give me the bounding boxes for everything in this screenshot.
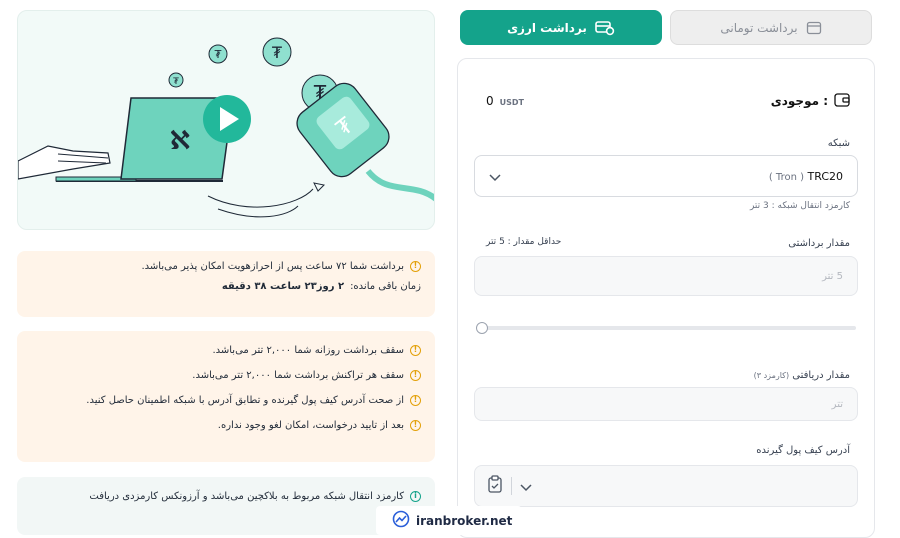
network-select[interactable]: ( Tron ) TRC20 bbox=[474, 155, 858, 197]
address-divider bbox=[511, 477, 512, 495]
amount-min-note: حداقل مقدار : 5 تتر bbox=[486, 237, 562, 247]
amount-slider[interactable] bbox=[476, 321, 856, 335]
withdraw-tabs: برداشت ارزی برداشت تومانی bbox=[460, 10, 872, 45]
kyc-notice-text: برداشت شما ۷۲ ساعت پس از احرازهویت امکان… bbox=[141, 261, 405, 272]
network-fee-info: i کارمزد انتقال شبکه مربوط به بلاکچین می… bbox=[17, 477, 435, 535]
amount-label: مقدار برداشتی bbox=[788, 238, 850, 249]
rule-item: ! از صحت آدرس کیف پول گیرنده و تطابق آدر… bbox=[31, 395, 421, 406]
network-selected-sub: ( Tron ) bbox=[768, 171, 804, 183]
info-line: i کارمزد انتقال شبکه مربوط به بلاکچین می… bbox=[31, 491, 421, 502]
withdraw-rules: ! سقف برداشت روزانه شما ۲,۰۰۰ تتر می‌باش… bbox=[17, 331, 435, 462]
rule-text: از صحت آدرس کیف پول گیرنده و تطابق آدرس … bbox=[86, 395, 404, 406]
rule-item: ! سقف هر تراکنش برداشت شما ۲,۰۰۰ تتر می‌… bbox=[31, 370, 421, 381]
rule-item: ! بعد از تایید درخواست، امکان لغو وجود ن… bbox=[31, 420, 421, 431]
rule-item: ! سقف برداشت روزانه شما ۲,۰۰۰ تتر می‌باش… bbox=[31, 345, 421, 356]
warning-icon: ! bbox=[410, 261, 421, 272]
trend-logo-icon bbox=[392, 510, 410, 531]
warning-icon: ! bbox=[410, 370, 421, 381]
address-input[interactable] bbox=[474, 465, 858, 507]
network-fee-note: کارمزد انتقال شبکه : 3 تتر bbox=[749, 201, 850, 211]
network-selected-value: ( Tron ) TRC20 bbox=[765, 170, 843, 183]
wallet-transfer-icon bbox=[595, 20, 615, 36]
withdraw-form: 0 USDT موجودی : شبکه ( Tron ) TRC20 کارم… bbox=[457, 58, 875, 538]
balance-amount: 0 bbox=[486, 94, 494, 108]
kyc-notice: ! برداشت شما ۷۲ ساعت پس از احرازهویت امک… bbox=[17, 251, 435, 317]
received-input[interactable] bbox=[475, 388, 857, 420]
watermark-text: iranbroker.net bbox=[416, 513, 513, 528]
info-text: کارمزد انتقال شبکه مربوط به بلاکچین می‌ب… bbox=[89, 491, 404, 502]
svg-text:ℵ: ℵ bbox=[170, 126, 191, 156]
balance-row: 0 USDT موجودی : bbox=[486, 91, 850, 111]
received-fee-hint: (کارمزد ۳) bbox=[753, 371, 790, 380]
kyc-remaining-value: ۲ روز۲۳ ساعت ۳۸ دقیقه bbox=[221, 281, 345, 292]
warning-icon: ! bbox=[410, 420, 421, 431]
tab-crypto-label: برداشت ارزی bbox=[507, 20, 587, 35]
received-label-group: مقدار دریافتی (کارمزد ۳) bbox=[754, 370, 850, 381]
kyc-remaining-line: زمان باقی مانده: ۲ روز۲۳ ساعت ۳۸ دقیقه bbox=[31, 281, 421, 292]
warning-icon: ! bbox=[410, 345, 421, 356]
received-input-wrap bbox=[474, 387, 858, 421]
svg-text:₮: ₮ bbox=[272, 43, 283, 62]
amount-input[interactable] bbox=[475, 257, 857, 295]
tab-toman-withdraw[interactable]: برداشت تومانی bbox=[670, 10, 872, 45]
network-label: شبکه bbox=[827, 138, 850, 149]
svg-text:₮: ₮ bbox=[215, 48, 222, 61]
tab-crypto-withdraw[interactable]: برداشت ارزی bbox=[460, 10, 662, 45]
kyc-notice-line: ! برداشت شما ۷۲ ساعت پس از احرازهویت امک… bbox=[31, 261, 421, 272]
wallet-icon bbox=[834, 92, 850, 110]
svg-text:₮: ₮ bbox=[173, 77, 179, 87]
balance-label-group: موجودی : bbox=[770, 92, 850, 110]
balance-label: موجودی : bbox=[770, 94, 828, 108]
chevron-down-icon[interactable] bbox=[520, 477, 532, 496]
received-label: مقدار دریافتی bbox=[792, 370, 850, 381]
card-icon bbox=[806, 21, 822, 35]
tab-toman-label: برداشت تومانی bbox=[720, 20, 798, 35]
site-watermark: iranbroker.net bbox=[376, 506, 522, 535]
withdraw-illustration: ℵ ₮ ₮ ₮ ₮ ₮ bbox=[17, 10, 435, 230]
info-icon: i bbox=[410, 491, 421, 502]
warning-icon: ! bbox=[410, 395, 421, 406]
amount-input-wrap bbox=[474, 256, 858, 296]
slider-track bbox=[476, 326, 856, 330]
illustration-graphic: ℵ ₮ ₮ ₮ ₮ ₮ bbox=[18, 37, 434, 218]
rule-text: سقف برداشت روزانه شما ۲,۰۰۰ تتر می‌باشد. bbox=[212, 345, 404, 356]
rule-text: سقف هر تراکنش برداشت شما ۲,۰۰۰ تتر می‌با… bbox=[192, 370, 404, 381]
slider-thumb[interactable] bbox=[476, 322, 488, 334]
balance-value: 0 USDT bbox=[486, 94, 524, 108]
paste-clipboard-icon[interactable] bbox=[487, 475, 503, 497]
rule-text: بعد از تایید درخواست، امکان لغو وجود ندا… bbox=[217, 420, 404, 431]
chevron-down-icon bbox=[489, 167, 501, 186]
network-selected-name: TRC20 bbox=[807, 169, 844, 183]
address-label: آدرس کیف پول گیرنده bbox=[756, 445, 850, 456]
kyc-remaining-label: زمان باقی مانده: bbox=[350, 281, 421, 292]
balance-unit: USDT bbox=[499, 98, 524, 107]
